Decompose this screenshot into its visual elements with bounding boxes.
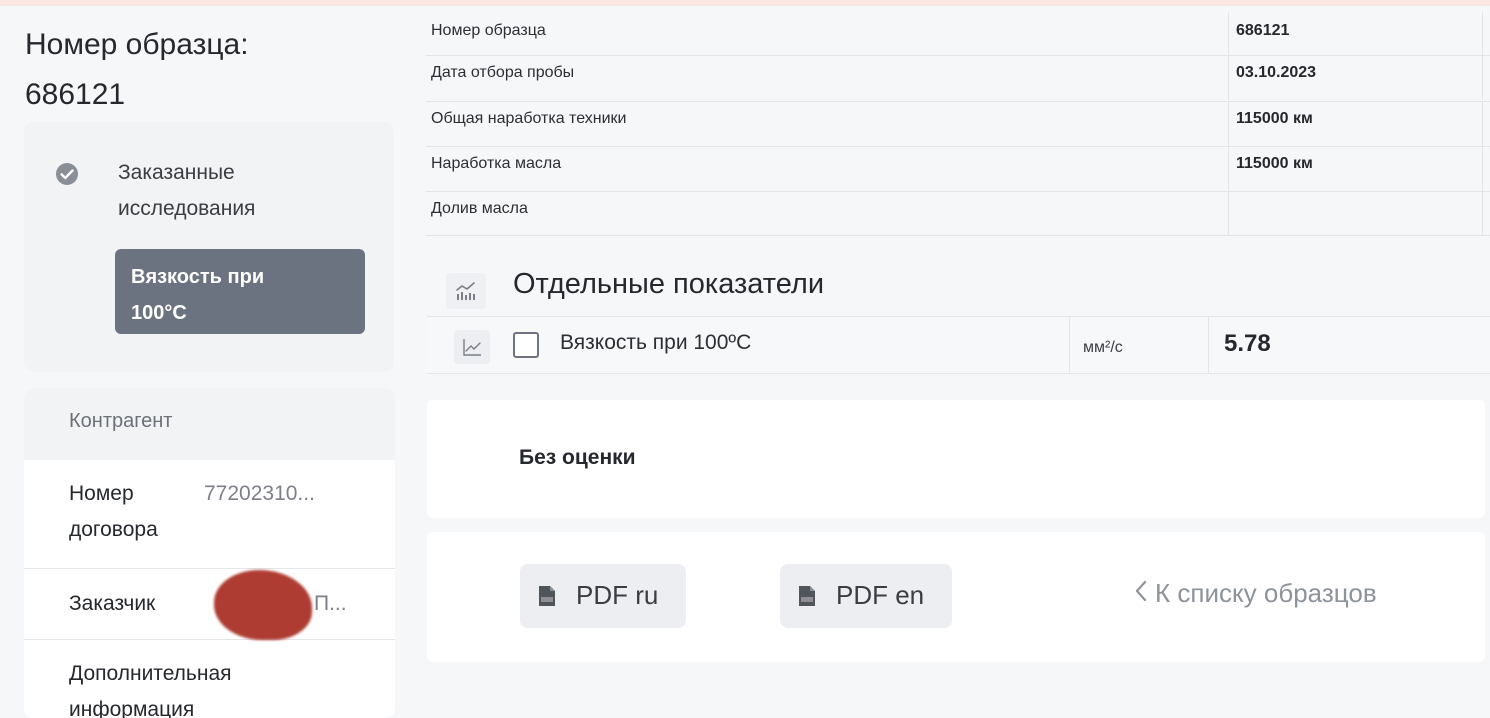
research-chip-viscosity[interactable]: Вязкость при 100°С bbox=[115, 249, 365, 334]
indicator-divider bbox=[1069, 316, 1070, 374]
info-label: Долив масла bbox=[431, 200, 528, 217]
contract-key-line2: договора bbox=[69, 518, 158, 541]
extra-info-key-line1: Дополнительная bbox=[69, 662, 232, 685]
info-label: Номер образца bbox=[431, 22, 546, 39]
info-label: Дата отбора пробы bbox=[431, 64, 575, 81]
ordered-research-label: Заказанные исследования bbox=[118, 155, 338, 227]
contract-value: 77202310... bbox=[204, 482, 315, 505]
chart-icon bbox=[456, 282, 475, 300]
info-divider bbox=[1228, 56, 1229, 100]
info-row: Номер образца 686121 bbox=[426, 12, 1490, 56]
top-strip bbox=[0, 0, 1490, 6]
info-row: Долив масла bbox=[426, 192, 1490, 236]
indicators-title: Отдельные показатели bbox=[513, 268, 825, 300]
pdf-en-button[interactable]: PDF en bbox=[780, 564, 952, 628]
info-row: Дата отбора пробы 03.10.2023 bbox=[426, 56, 1490, 102]
pdf-file-icon bbox=[799, 586, 815, 606]
contract-row: Номер договора 77202310... bbox=[24, 460, 395, 569]
pdf-en-label: PDF en bbox=[836, 580, 925, 610]
evaluation-text: Без оценки bbox=[519, 446, 636, 469]
info-value: 115000 км bbox=[1236, 155, 1313, 172]
info-divider bbox=[1228, 102, 1229, 146]
customer-row: Заказчик П... bbox=[24, 569, 395, 640]
chevron-left-icon bbox=[1135, 580, 1147, 602]
info-row: Общая наработка техники 115000 км bbox=[426, 102, 1490, 147]
info-value: 115000 км bbox=[1236, 110, 1313, 127]
pdf-ru-label: PDF ru bbox=[576, 580, 659, 610]
pdf-file-icon bbox=[539, 586, 555, 606]
ordered-research-label-line1: Заказанные bbox=[118, 161, 235, 184]
page-title: Номер образца: 686121 bbox=[25, 20, 385, 120]
info-divider-right bbox=[1482, 12, 1483, 56]
info-divider bbox=[1228, 12, 1229, 56]
contract-key: Номер договора bbox=[69, 476, 158, 548]
customer-value: П... bbox=[314, 592, 347, 615]
indicators-icon-box bbox=[446, 273, 486, 309]
pdf-ru-button[interactable]: PDF ru bbox=[520, 564, 686, 628]
indicator-graph-button[interactable] bbox=[454, 330, 490, 364]
extra-info-key-line2: информация bbox=[69, 698, 195, 718]
back-to-samples-label: К списку образцов bbox=[1155, 578, 1377, 608]
info-divider bbox=[1228, 147, 1229, 191]
info-value: 03.10.2023 bbox=[1236, 64, 1317, 81]
indicator-name: Вязкость при 100ºС bbox=[560, 331, 752, 354]
counterparty-card: Контрагент Номер договора 77202310... За… bbox=[24, 388, 395, 718]
page-title-line2: 686121 bbox=[25, 78, 126, 111]
check-circle-icon bbox=[56, 163, 78, 185]
indicator-value: 5.78 bbox=[1224, 330, 1271, 357]
back-to-samples-link[interactable]: К списку образцов bbox=[1133, 578, 1377, 609]
indicator-unit: мм²/с bbox=[1083, 339, 1123, 356]
info-label: Общая наработка техники bbox=[431, 110, 627, 127]
info-divider-right bbox=[1482, 56, 1483, 100]
page-title-line1: Номер образца: bbox=[25, 28, 249, 61]
counterparty-header: Контрагент bbox=[24, 388, 395, 460]
ordered-research-label-line2: исследования bbox=[118, 197, 256, 220]
extra-info-row: Дополнительная информация bbox=[24, 640, 395, 718]
line-graph-icon bbox=[463, 339, 481, 356]
customer-key: Заказчик bbox=[69, 592, 156, 615]
contract-key-line1: Номер bbox=[69, 482, 134, 505]
indicator-divider bbox=[1208, 316, 1209, 374]
info-value: 686121 bbox=[1236, 22, 1290, 39]
indicator-checkbox[interactable] bbox=[513, 332, 539, 358]
counterparty-header-label: Контрагент bbox=[69, 410, 173, 432]
info-divider bbox=[1228, 192, 1229, 236]
research-chip-label: Вязкость при 100°С bbox=[131, 265, 265, 324]
info-divider-right bbox=[1482, 102, 1483, 146]
info-row: Наработка масла 115000 км bbox=[426, 147, 1490, 192]
info-divider-right bbox=[1482, 147, 1483, 191]
info-divider-right bbox=[1482, 192, 1483, 236]
info-label: Наработка масла bbox=[431, 155, 562, 172]
